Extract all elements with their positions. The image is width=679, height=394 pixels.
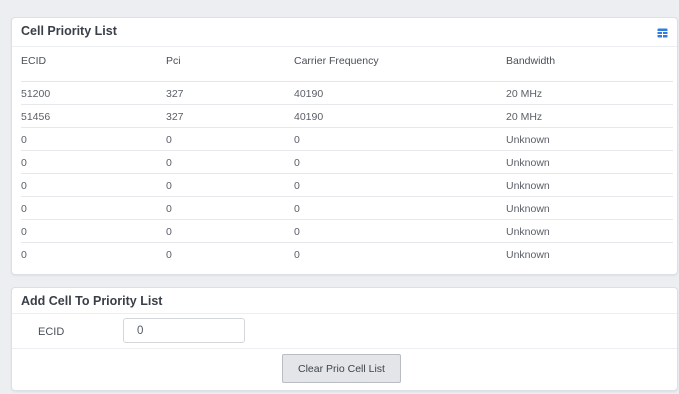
- cell-carrier-frequency: 0: [294, 219, 506, 243]
- table-row: 51456 327 40190 20 MHz: [21, 104, 673, 128]
- button-row: Clear Prio Cell List: [12, 349, 677, 390]
- ecid-form-row: ECID: [12, 314, 677, 349]
- table-row: 0 0 0 Unknown: [21, 196, 673, 220]
- cell-bandwidth: 20 MHz: [506, 81, 673, 105]
- cell-priority-panel: Cell Priority List ECID Pci Carrier Freq…: [11, 17, 678, 275]
- cell-ecid: 0: [21, 248, 27, 261]
- table-row: 0 0 0 Unknown: [21, 150, 673, 174]
- cell-bandwidth: Unknown: [506, 196, 673, 220]
- cell-priority-title: Cell Priority List: [21, 24, 117, 38]
- cell-bandwidth: 20 MHz: [506, 104, 673, 128]
- cell-carrier-frequency: 0: [294, 248, 300, 261]
- column-header-carrier-frequency: Carrier Frequency: [294, 54, 506, 82]
- cell-carrier-frequency: 40190: [294, 81, 506, 105]
- cell-pci: 0: [166, 173, 294, 197]
- cell-pci: 0: [166, 127, 294, 151]
- add-cell-title: Add Cell To Priority List: [21, 294, 163, 308]
- cell-ecid: 0: [21, 196, 166, 220]
- cell-ecid: 51456: [21, 104, 166, 128]
- cell-ecid: 0: [21, 150, 166, 174]
- cell-priority-header: Cell Priority List: [12, 18, 677, 47]
- table-icon[interactable]: [657, 28, 668, 38]
- cell-pci: 0: [166, 248, 172, 261]
- cell-pci: 327: [166, 81, 294, 105]
- table-row: 0 0 0 Unknown: [21, 242, 673, 265]
- cell-ecid: 0: [21, 173, 166, 197]
- cell-pci: 0: [166, 196, 294, 220]
- column-header-bandwidth: Bandwidth: [506, 54, 673, 82]
- cell-carrier-frequency: 0: [294, 173, 506, 197]
- cell-bandwidth: Unknown: [506, 127, 673, 151]
- table-row: 0 0 0 Unknown: [21, 127, 673, 151]
- ecid-input[interactable]: [123, 318, 245, 343]
- cell-ecid: 0: [21, 219, 166, 243]
- cell-carrier-frequency: 0: [294, 196, 506, 220]
- clear-prio-cell-list-button[interactable]: Clear Prio Cell List: [282, 354, 401, 383]
- cell-carrier-frequency: 40190: [294, 104, 506, 128]
- table-header-row: ECID Pci Carrier Frequency Bandwidth: [21, 54, 673, 82]
- add-cell-panel: Add Cell To Priority List ECID Clear Pri…: [11, 287, 678, 391]
- cell-bandwidth: Unknown: [506, 248, 550, 261]
- cell-priority-table: ECID Pci Carrier Frequency Bandwidth 512…: [21, 54, 673, 265]
- add-cell-header: Add Cell To Priority List: [12, 288, 677, 314]
- table-row: 0 0 0 Unknown: [21, 219, 673, 243]
- cell-pci: 0: [166, 219, 294, 243]
- cell-bandwidth: Unknown: [506, 219, 673, 243]
- cell-ecid: 51200: [21, 81, 166, 105]
- ecid-label: ECID: [38, 326, 65, 338]
- cell-bandwidth: Unknown: [506, 150, 673, 174]
- cell-carrier-frequency: 0: [294, 150, 506, 174]
- table-row: 0 0 0 Unknown: [21, 173, 673, 197]
- cell-pci: 327: [166, 104, 294, 128]
- cell-carrier-frequency: 0: [294, 127, 506, 151]
- column-header-ecid: ECID: [21, 54, 166, 82]
- column-header-pci: Pci: [166, 54, 294, 82]
- cell-bandwidth: Unknown: [506, 173, 673, 197]
- table-row: 51200 327 40190 20 MHz: [21, 81, 673, 105]
- cell-pci: 0: [166, 150, 294, 174]
- cell-ecid: 0: [21, 127, 166, 151]
